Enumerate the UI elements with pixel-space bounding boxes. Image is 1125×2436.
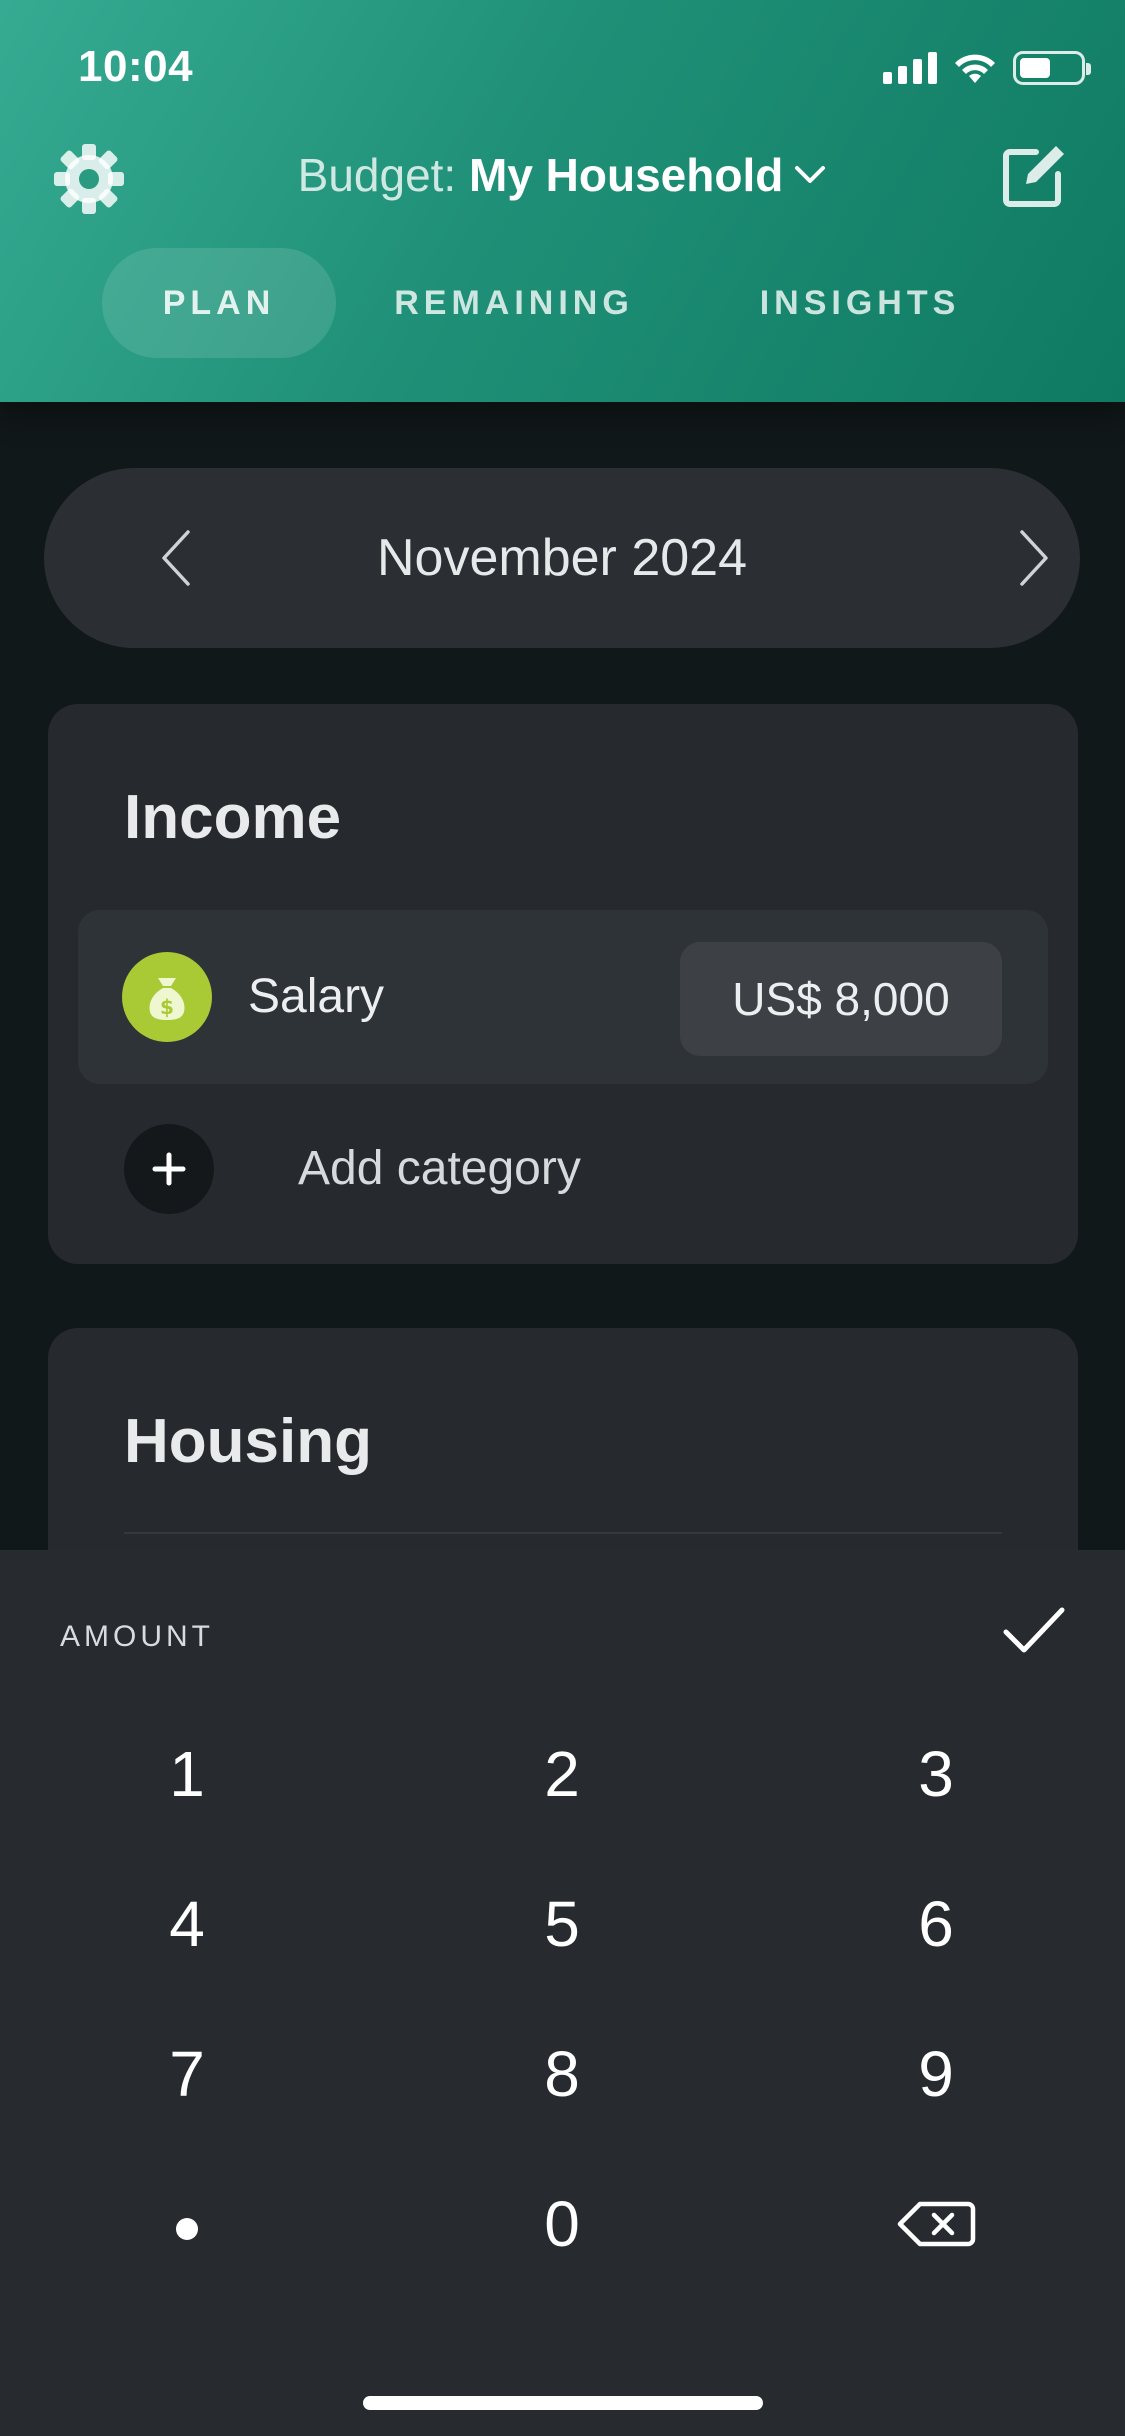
wifi-icon [955, 54, 995, 83]
amount-keypad: AMOUNT 1 2 3 4 5 6 7 8 9 0 [0, 1550, 1125, 2436]
app-header: 10:04 Budget: My Household PLAN REMAININ… [0, 0, 1125, 402]
tab-plan[interactable]: PLAN [102, 248, 336, 358]
budget-selector[interactable]: Budget: My Household [0, 148, 1125, 202]
income-card: Income $ Salary US$ 8,000 Add category [48, 704, 1078, 1264]
tab-insights[interactable]: INSIGHTS [730, 248, 990, 358]
month-label: November 2024 [377, 529, 747, 587]
key-0[interactable]: 0 [432, 2154, 692, 2294]
key-decimal[interactable] [57, 2154, 317, 2294]
key-2[interactable]: 2 [432, 1704, 692, 1844]
key-3[interactable]: 3 [806, 1704, 1066, 1844]
key-7[interactable]: 7 [57, 2004, 317, 2144]
status-icons [883, 48, 1091, 88]
income-title: Income [124, 783, 342, 852]
chevron-right-icon[interactable] [1014, 528, 1054, 588]
money-bag-icon: $ [122, 952, 212, 1042]
key-9[interactable]: 9 [806, 2004, 1066, 2144]
income-item-salary[interactable]: $ Salary US$ 8,000 [78, 910, 1048, 1084]
add-category-label: Add category [298, 1142, 581, 1195]
divider [124, 1532, 1002, 1534]
key-8[interactable]: 8 [432, 2004, 692, 2144]
key-4[interactable]: 4 [57, 1854, 317, 1994]
edit-icon[interactable] [996, 140, 1070, 214]
home-indicator[interactable] [363, 2396, 763, 2410]
housing-title: Housing [124, 1407, 372, 1476]
backspace-icon [897, 2201, 976, 2247]
status-time: 10:04 [78, 42, 194, 91]
key-6[interactable]: 6 [806, 1854, 1066, 1994]
chevron-down-icon [795, 165, 826, 183]
key-1[interactable]: 1 [57, 1704, 317, 1844]
keypad-label: AMOUNT [60, 1620, 214, 1653]
budget-name: My Household [469, 149, 784, 201]
budget-prefix: Budget: [297, 149, 469, 201]
cellular-signal-icon [883, 52, 937, 84]
income-amount-field[interactable]: US$ 8,000 [680, 942, 1002, 1056]
key-backspace[interactable] [806, 2154, 1066, 2294]
checkmark-icon[interactable] [1000, 1602, 1068, 1662]
month-selector: November 2024 [44, 468, 1080, 648]
key-5[interactable]: 5 [432, 1854, 692, 1994]
decimal-point-icon [176, 2218, 198, 2241]
svg-text:$: $ [160, 995, 174, 1019]
plus-icon [124, 1124, 214, 1214]
tab-bar: PLAN REMAINING INSIGHTS [0, 248, 1125, 358]
battery-icon [1013, 51, 1091, 85]
tab-remaining[interactable]: REMAINING [372, 248, 656, 358]
income-item-label: Salary [248, 970, 385, 1023]
